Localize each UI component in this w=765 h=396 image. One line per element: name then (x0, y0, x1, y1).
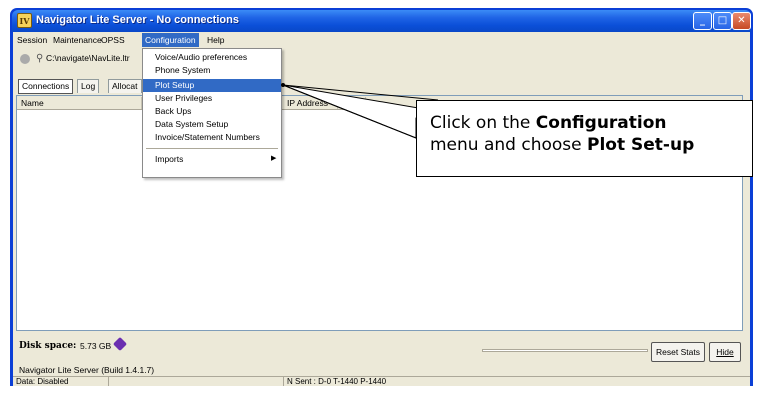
callout-text: Click on the Configuration menu and choo… (430, 112, 750, 156)
callout-bold-plot-setup: Plot Set-up (587, 135, 695, 155)
status-divider (283, 377, 284, 386)
callout-pointer (281, 83, 439, 139)
callout-text-2: menu and choose (430, 135, 588, 155)
hide-button[interactable]: Hide (709, 342, 741, 362)
callout-bold-configuration: Configuration (535, 113, 667, 133)
status-data: Data: Disabled (16, 377, 69, 386)
status-divider (108, 377, 109, 386)
progress-bar (482, 349, 648, 352)
callout-text-1: Click on the (430, 113, 536, 133)
status-sent: N Sent : D-0 T-1440 P-1440 (287, 377, 387, 386)
disk-space-value: 5.73 GB (80, 341, 112, 351)
build-info: Navigator Lite Server (Build 1.4.1.7) (19, 365, 155, 375)
reset-stats-button[interactable]: Reset Stats (651, 342, 705, 362)
disk-space-label: Disk space: (19, 341, 77, 351)
